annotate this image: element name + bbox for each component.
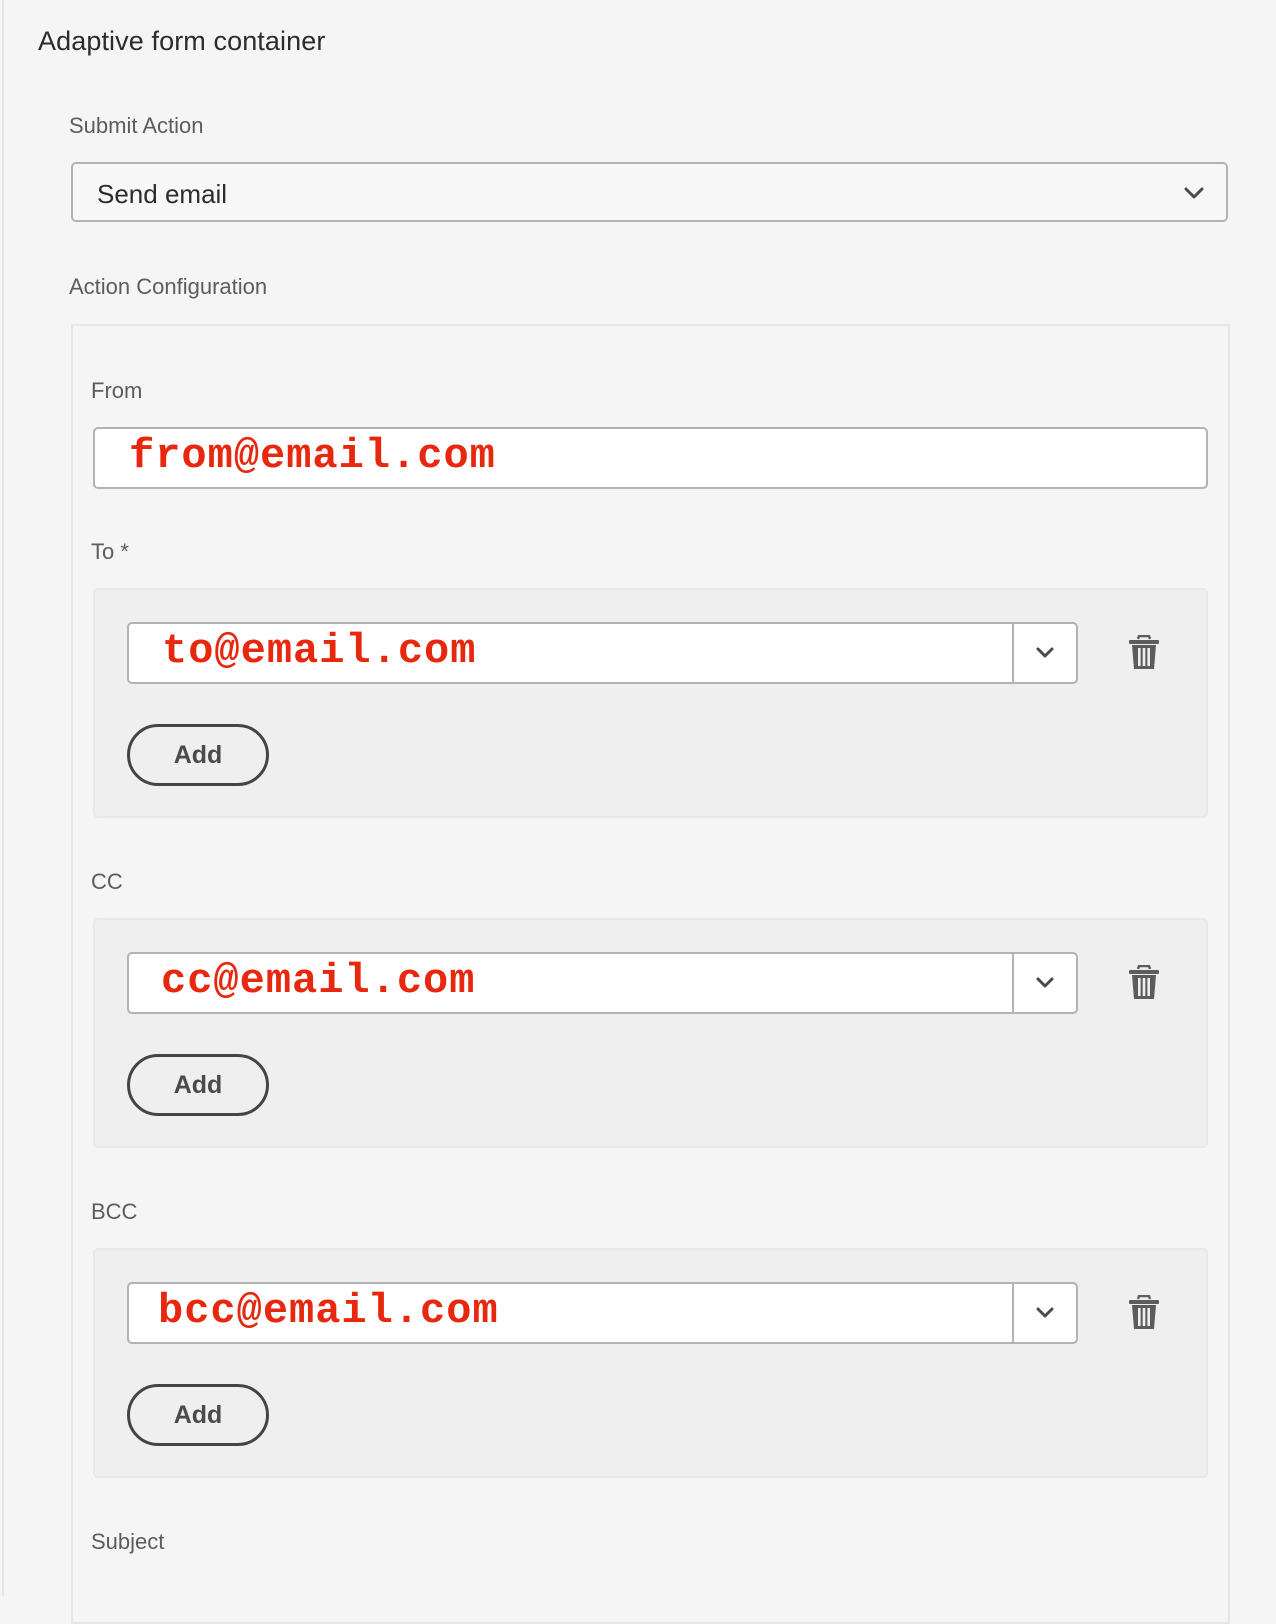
cc-group: cc@email.com Add bbox=[93, 918, 1208, 1148]
trash-icon[interactable] bbox=[1127, 1295, 1161, 1331]
to-add-button[interactable]: Add bbox=[127, 724, 269, 786]
panel-title: Adaptive form container bbox=[38, 26, 326, 56]
subject-label: Subject bbox=[91, 1529, 165, 1554]
to-group: to@email.com Add bbox=[93, 588, 1208, 818]
bcc-group: bcc@email.com Add bbox=[93, 1248, 1208, 1478]
from-input[interactable]: from@email.com bbox=[93, 427, 1208, 489]
submit-action-value: Send email bbox=[97, 179, 228, 209]
submit-action-select[interactable]: Send email bbox=[71, 162, 1228, 222]
chevron-down-icon bbox=[1036, 1307, 1054, 1318]
properties-panel: Adaptive form container Submit Action Se… bbox=[2, 0, 1276, 1624]
trash-icon[interactable] bbox=[1127, 965, 1161, 1001]
cc-label: CC bbox=[91, 869, 123, 894]
trash-icon[interactable] bbox=[1127, 635, 1161, 671]
bcc-combobox[interactable]: bcc@email.com bbox=[127, 1282, 1078, 1344]
chevron-down-icon bbox=[1036, 647, 1054, 658]
action-configuration-label: Action Configuration bbox=[69, 274, 268, 299]
to-combobox[interactable]: to@email.com bbox=[127, 622, 1078, 684]
to-label: To * bbox=[91, 539, 129, 564]
cc-value: cc@email.com bbox=[161, 957, 476, 1005]
cc-combobox[interactable]: cc@email.com bbox=[127, 952, 1078, 1014]
from-label: From bbox=[91, 378, 143, 403]
submit-action-label: Submit Action bbox=[69, 113, 204, 138]
bcc-label: BCC bbox=[91, 1199, 138, 1224]
to-value: to@email.com bbox=[162, 627, 477, 675]
chevron-down-icon bbox=[1036, 977, 1054, 988]
cc-add-button[interactable]: Add bbox=[127, 1054, 269, 1116]
cc-dropdown-button[interactable] bbox=[1014, 954, 1076, 1012]
to-dropdown-button[interactable] bbox=[1014, 624, 1076, 682]
bcc-add-button[interactable]: Add bbox=[127, 1384, 269, 1446]
bcc-value: bcc@email.com bbox=[158, 1287, 499, 1335]
from-value: from@email.com bbox=[129, 432, 496, 480]
chevron-down-icon bbox=[1184, 187, 1204, 199]
bcc-dropdown-button[interactable] bbox=[1014, 1284, 1076, 1342]
